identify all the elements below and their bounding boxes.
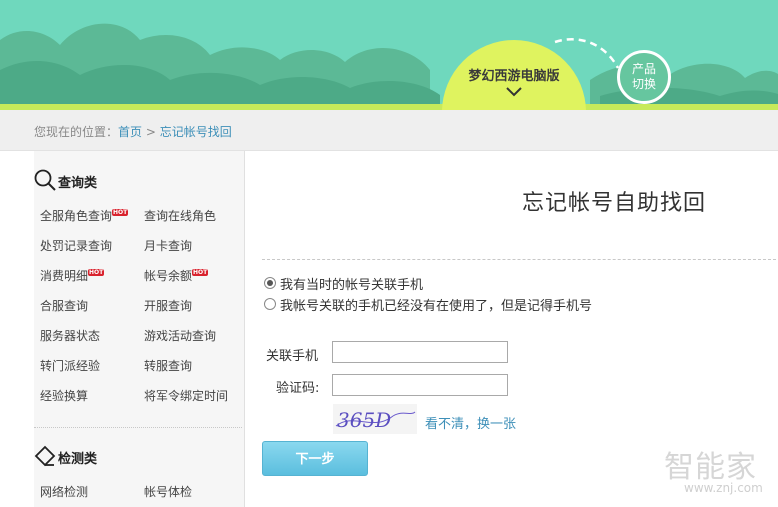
captcha-label: 验证码: (276, 381, 320, 396)
svg-text:365D: 365D (337, 408, 391, 432)
sidebar-item-all-server-role[interactable]: 全服角色查询HOT (40, 207, 129, 224)
watermark-logo: 智能家 (664, 450, 757, 485)
header-banner: 梦幻西游电脑版 产品 切换 (0, 0, 778, 110)
sidebar-item-server-transfer[interactable]: 转服查询 (144, 357, 192, 374)
watermark-url: www.znj.com (684, 481, 763, 495)
hot-badge: HOT (88, 269, 105, 276)
sidebar-item-sect-transfer-exp[interactable]: 转门派经验 (40, 357, 100, 374)
sidebar-item-exp-convert[interactable]: 经验换算 (40, 387, 88, 404)
breadcrumb-bar: 您现在的位置：首页 > 忘记帐号找回 (0, 110, 778, 151)
search-icon (34, 169, 56, 191)
sidebar-item-account-balance[interactable]: 帐号余额HOT (144, 267, 209, 284)
breadcrumb-separator: > (142, 125, 160, 139)
hot-badge: HOT (192, 269, 209, 276)
radio-remember-phone-label[interactable]: 我帐号关联的手机已经没有在使用了，但是记得手机号 (280, 295, 592, 314)
breadcrumb-home-link[interactable]: 首页 (118, 125, 142, 139)
radio-remember-phone[interactable] (264, 298, 276, 310)
diamond-check-icon (34, 445, 56, 467)
page-title: 忘记帐号自助找回 (522, 191, 707, 216)
captcha-image[interactable]: 365D (333, 404, 417, 434)
sidebar-item-network-check[interactable]: 网络检测 (40, 483, 88, 500)
breadcrumb-current[interactable]: 忘记帐号找回 (160, 125, 232, 139)
switch-label-line2: 切换 (631, 77, 656, 91)
sidebar-item-server-merge[interactable]: 合服查询 (40, 297, 88, 314)
sidebar: 查询类 全服角色查询HOT 查询在线角色 处罚记录查询 月卡查询 消费明细HOT… (34, 151, 245, 507)
radio-has-phone-label[interactable]: 我有当时的帐号关联手机 (280, 274, 423, 293)
sidebar-item-monthly-card[interactable]: 月卡查询 (144, 237, 192, 254)
hot-badge: HOT (112, 209, 129, 216)
sidebar-item-token-bind-time[interactable]: 将军令绑定时间 (144, 387, 228, 404)
breadcrumb-prefix: 您现在的位置： (34, 125, 119, 139)
sidebar-item-consumption-detail[interactable]: 消费明细HOT (40, 267, 105, 284)
sidebar-item-game-activity[interactable]: 游戏活动查询 (144, 327, 216, 344)
radio-has-phone[interactable] (264, 277, 276, 289)
product-title: 梦幻西游电脑版 (468, 69, 560, 84)
captcha-graphic: 365D (335, 408, 416, 432)
next-step-button[interactable]: 下一步 (262, 441, 368, 476)
switch-label-line1: 产品 (631, 62, 656, 76)
sidebar-item-server-open[interactable]: 开服查询 (144, 297, 192, 314)
sidebar-divider (34, 427, 242, 428)
breadcrumb: 您现在的位置：首页 > 忘记帐号找回 (34, 123, 232, 140)
sidebar-item-punishment-record[interactable]: 处罚记录查询 (40, 237, 112, 254)
product-switch-button[interactable]: 产品 切换 (617, 50, 671, 104)
sidebar-item-server-status[interactable]: 服务器状态 (40, 327, 100, 344)
refresh-captcha-link[interactable]: 看不清，换一张 (425, 413, 516, 432)
phone-label: 关联手机 (266, 349, 319, 364)
phone-input[interactable] (332, 341, 508, 363)
sidebar-item-online-role[interactable]: 查询在线角色 (144, 207, 216, 224)
title-divider (262, 259, 776, 260)
sidebar-item-account-checkup[interactable]: 帐号体检 (144, 483, 192, 500)
chevron-down-icon (506, 87, 522, 97)
captcha-input[interactable] (332, 374, 508, 396)
